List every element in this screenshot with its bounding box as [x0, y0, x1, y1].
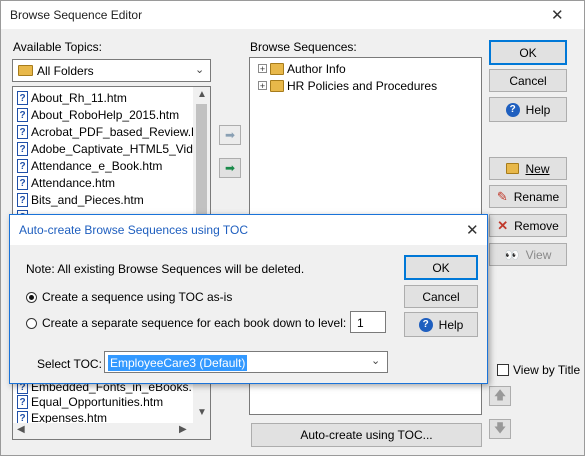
topic-doc-icon: ?	[17, 192, 28, 207]
delete-warning-note: Note: All existing Browse Sequences will…	[26, 262, 305, 276]
scroll-left-icon[interactable]: ◀	[17, 424, 25, 435]
help-icon: ?	[418, 317, 433, 332]
title-bar: Browse Sequence Editor ✕	[1, 1, 584, 29]
new-button[interactable]: New	[489, 157, 567, 180]
expand-icon[interactable]: +	[258, 81, 267, 91]
sequence-folder-icon	[270, 79, 284, 92]
dialog-title-bar: Auto-create Browse Sequences using TOC ✕	[10, 215, 487, 245]
option-toc-as-is[interactable]: Create a sequence using TOC as-is	[26, 290, 232, 304]
selected-toc-value: EmployeeCare3 (Default)	[108, 355, 248, 371]
expand-icon[interactable]: +	[258, 64, 267, 74]
select-toc-label: Select TOC:	[37, 357, 102, 371]
help-button[interactable]: ? Help	[489, 97, 567, 122]
option-per-book[interactable]: Create a separate sequence for each book…	[26, 316, 346, 330]
arrow-right-plus-icon: ➡	[224, 161, 236, 175]
list-item[interactable]: ? Adobe_Captivate_HTML5_Vid	[17, 140, 193, 157]
browse-sequences-label: Browse Sequences:	[250, 40, 357, 54]
folder-selector[interactable]: All Folders ⌄	[12, 59, 211, 82]
move-up-button[interactable]: 🡅	[489, 386, 511, 406]
scroll-up-icon[interactable]: ▲	[197, 89, 207, 100]
topic-doc-icon: ?	[17, 107, 28, 122]
chevron-down-icon: ⌄	[195, 64, 205, 76]
scroll-down-icon[interactable]: ▼	[197, 407, 207, 418]
rename-button[interactable]: ✎ Rename	[489, 185, 567, 208]
select-toc-dropdown[interactable]: EmployeeCare3 (Default) ⌄	[104, 351, 388, 373]
topic-doc-icon: ?	[17, 175, 28, 190]
dialog-cancel-button[interactable]: Cancel	[404, 285, 478, 308]
topic-doc-icon: ?	[17, 141, 28, 156]
dialog-close-icon[interactable]: ✕	[466, 221, 479, 239]
view-button[interactable]: 👀 View	[489, 243, 567, 266]
sequence-folder-icon	[270, 62, 284, 75]
ok-button[interactable]: OK	[489, 40, 567, 65]
topics-horizontal-scrollbar[interactable]: ◀ ▶	[13, 423, 210, 439]
folder-selector-value: All Folders	[37, 64, 94, 78]
dialog-ok-button[interactable]: OK	[404, 255, 478, 280]
scroll-right-icon[interactable]: ▶	[179, 424, 187, 435]
list-item[interactable]: ? Attendance_e_Book.htm	[17, 157, 162, 174]
add-all-topics-button[interactable]: ➡	[219, 158, 241, 178]
radio-toc-as-is[interactable]	[26, 291, 37, 303]
autocreate-dialog: Auto-create Browse Sequences using TOC ✕…	[9, 214, 488, 384]
help-icon: ?	[505, 102, 520, 117]
cancel-button[interactable]: Cancel	[489, 69, 567, 92]
chevron-down-icon: ⌄	[371, 355, 381, 367]
radio-per-book[interactable]	[26, 317, 37, 329]
dialog-help-button[interactable]: ? Help	[404, 312, 478, 337]
available-topics-label: Available Topics:	[13, 40, 102, 54]
new-folder-icon	[506, 163, 520, 174]
topic-doc-icon: ?	[17, 124, 28, 139]
list-item[interactable]: ? Attendance.htm	[17, 174, 115, 191]
dialog-title: Auto-create Browse Sequences using TOC	[19, 223, 249, 237]
level-input[interactable]: 1	[350, 311, 386, 333]
add-topic-button[interactable]: ➡	[219, 125, 241, 145]
window-title: Browse Sequence Editor	[10, 8, 143, 22]
move-down-button[interactable]: 🡇	[489, 419, 511, 439]
list-item[interactable]: ? Bits_and_Pieces.htm	[17, 191, 144, 208]
topic-doc-icon: ?	[17, 158, 28, 173]
topic-doc-icon: ?	[17, 90, 28, 105]
list-item[interactable]: ? Acrobat_PDF_based_Review.l	[17, 123, 194, 140]
pencil-icon: ✎	[496, 188, 508, 204]
autocreate-using-toc-button[interactable]: Auto-create using TOC...	[251, 423, 482, 447]
folder-icon	[18, 65, 33, 76]
arrow-up-icon: 🡅	[493, 387, 507, 402]
list-item[interactable]: ? About_Rh_11.htm	[17, 89, 127, 106]
arrow-down-icon: 🡇	[493, 420, 507, 435]
list-item[interactable]: ? Equal_Opportunities.htm	[17, 393, 163, 410]
tree-item-author-info[interactable]: + Author Info	[258, 60, 346, 77]
list-item[interactable]: ? About_RoboHelp_2015.htm	[17, 106, 179, 123]
binoculars-icon: 👀	[504, 247, 520, 262]
arrow-right-icon: ➡	[224, 128, 236, 142]
topic-doc-icon: ?	[17, 394, 28, 409]
tree-item-hr-policies[interactable]: + HR Policies and Procedures	[258, 77, 437, 94]
view-by-title-checkbox[interactable]	[497, 364, 509, 376]
close-icon[interactable]: ✕	[551, 6, 564, 24]
remove-button[interactable]: ✕ Remove	[489, 214, 567, 237]
remove-x-icon: ✕	[497, 217, 509, 233]
view-by-title-label: View by Title	[513, 363, 581, 377]
